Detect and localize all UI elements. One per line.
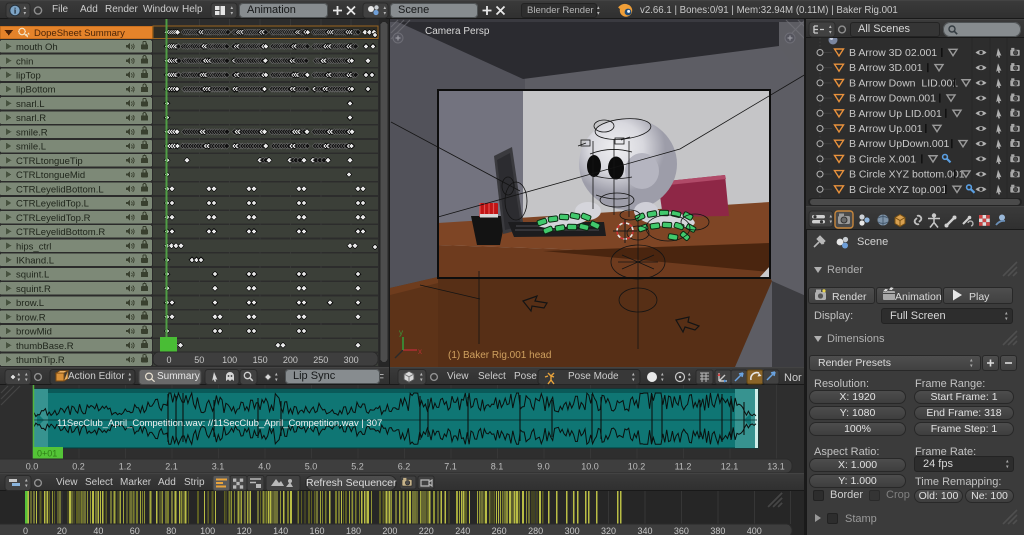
svg-text:40: 40 (93, 526, 103, 535)
svg-text:220: 220 (419, 526, 434, 535)
svg-text:100: 100 (200, 526, 215, 535)
svg-text:0: 0 (23, 526, 28, 535)
svg-text:Camera Persp: Camera Persp (425, 26, 490, 37)
svg-text:340: 340 (637, 526, 652, 535)
svg-text:160: 160 (309, 526, 324, 535)
svg-text:1.2: 1.2 (119, 462, 132, 472)
svg-text:280: 280 (528, 526, 543, 535)
svg-text:thumbBase.R: thumbBase.R (16, 341, 74, 352)
svg-text:squint.R: squint.R (16, 284, 51, 295)
svg-text:smile.L: smile.L (16, 142, 46, 153)
svg-text:100: 100 (222, 355, 237, 365)
svg-text:CTRLtongueTip: CTRLtongueTip (16, 156, 83, 167)
svg-text:300: 300 (565, 526, 580, 535)
svg-text:250: 250 (313, 355, 328, 365)
svg-text:Nor: Nor (784, 372, 802, 384)
svg-text:CTRLeyelidTop.R: CTRLeyelidTop.R (16, 213, 91, 224)
svg-text:B Arrow Down LID.001: B Arrow Down LID.001 (849, 77, 958, 89)
svg-text:B Arrow Down.001: B Arrow Down.001 (849, 93, 936, 105)
svg-text:5.2: 5.2 (351, 462, 364, 472)
svg-text:lipBottom: lipBottom (16, 85, 56, 96)
svg-text:snarl.L: snarl.L (16, 99, 45, 110)
svg-text:60: 60 (130, 526, 140, 535)
svg-text:y: y (399, 328, 403, 337)
svg-text:200: 200 (382, 526, 397, 535)
svg-text:B Arrow Up.001: B Arrow Up.001 (849, 123, 923, 135)
svg-text:400: 400 (747, 526, 762, 535)
svg-text:thumbTip.R: thumbTip.R (16, 355, 65, 366)
svg-text:B Arrow 3D 02.001: B Arrow 3D 02.001 (849, 47, 937, 59)
svg-text:0.0: 0.0 (26, 462, 39, 472)
svg-text:9.0: 9.0 (537, 462, 550, 472)
svg-text:squint.L: squint.L (16, 270, 49, 281)
svg-text:10.0: 10.0 (581, 462, 599, 472)
svg-text:13.1: 13.1 (767, 462, 785, 472)
svg-text:B Arrow 3D.001: B Arrow 3D.001 (849, 62, 923, 74)
svg-text:lipTop: lipTop (16, 71, 41, 82)
svg-text:0: 0 (166, 355, 171, 365)
svg-text:50: 50 (194, 355, 204, 365)
svg-text:CTRLeyelidBottom.R: CTRLeyelidBottom.R (16, 227, 105, 238)
svg-text:11SecClub_April_Competition.wa: 11SecClub_April_Competition.wav: //11Sec… (57, 418, 382, 429)
svg-text:11.2: 11.2 (675, 462, 692, 472)
svg-text:chin: chin (16, 56, 33, 67)
svg-text:320: 320 (601, 526, 616, 535)
svg-text:CTRLeyelidBottom.L: CTRLeyelidBottom.L (16, 184, 104, 195)
svg-text:150: 150 (253, 355, 268, 365)
svg-text:brow.L: brow.L (16, 298, 44, 309)
svg-text:0+01: 0+01 (37, 449, 57, 459)
svg-text:5.0: 5.0 (305, 462, 318, 472)
svg-text:(1) Baker Rig.001 head: (1) Baker Rig.001 head (448, 350, 551, 361)
svg-text:B Circle X.001: B Circle X.001 (849, 153, 916, 165)
svg-text:260: 260 (492, 526, 507, 535)
svg-text:7.1: 7.1 (444, 462, 457, 472)
svg-text:3.1: 3.1 (212, 462, 225, 472)
svg-text:140: 140 (273, 526, 288, 535)
svg-text:browMid: browMid (16, 327, 52, 338)
svg-text:DopeSheet Summary: DopeSheet Summary (34, 28, 125, 39)
svg-text:B Circle XYZ bottom.001: B Circle XYZ bottom.001 (849, 169, 965, 181)
svg-text:IKhand.L: IKhand.L (16, 256, 54, 267)
svg-text:240: 240 (455, 526, 470, 535)
svg-text:8.1: 8.1 (491, 462, 504, 472)
svg-text:B Arrow Up LID.001: B Arrow Up LID.001 (849, 108, 942, 120)
svg-text:6.2: 6.2 (398, 462, 411, 472)
svg-text:B Arrow UpDown.001: B Arrow UpDown.001 (849, 138, 950, 150)
svg-text:10.2: 10.2 (628, 462, 646, 472)
svg-text:B Circle XYZ top.001: B Circle XYZ top.001 (849, 184, 947, 196)
svg-text:200: 200 (283, 355, 298, 365)
svg-text:180: 180 (346, 526, 361, 535)
svg-text:360: 360 (674, 526, 689, 535)
svg-text:80: 80 (166, 526, 176, 535)
svg-text:4.0: 4.0 (258, 462, 271, 472)
svg-text:CTRLtongueMid: CTRLtongueMid (16, 170, 85, 181)
svg-text:snarl.R: snarl.R (16, 113, 46, 124)
svg-text:2.1: 2.1 (165, 462, 178, 472)
svg-text:380: 380 (710, 526, 725, 535)
svg-text:120: 120 (237, 526, 252, 535)
svg-text:20: 20 (57, 526, 67, 535)
svg-text:hips_ctrl: hips_ctrl (16, 241, 51, 252)
svg-text:12.1: 12.1 (721, 462, 739, 472)
svg-text:mouth Oh: mouth Oh (16, 42, 58, 53)
svg-text:brow.R: brow.R (16, 312, 46, 323)
svg-text:CTRLeyelidTop.L: CTRLeyelidTop.L (16, 199, 89, 210)
svg-text:x: x (418, 347, 422, 356)
svg-text:smile.R: smile.R (16, 127, 48, 138)
svg-text:0.2: 0.2 (72, 462, 85, 472)
svg-text:300: 300 (344, 355, 359, 365)
